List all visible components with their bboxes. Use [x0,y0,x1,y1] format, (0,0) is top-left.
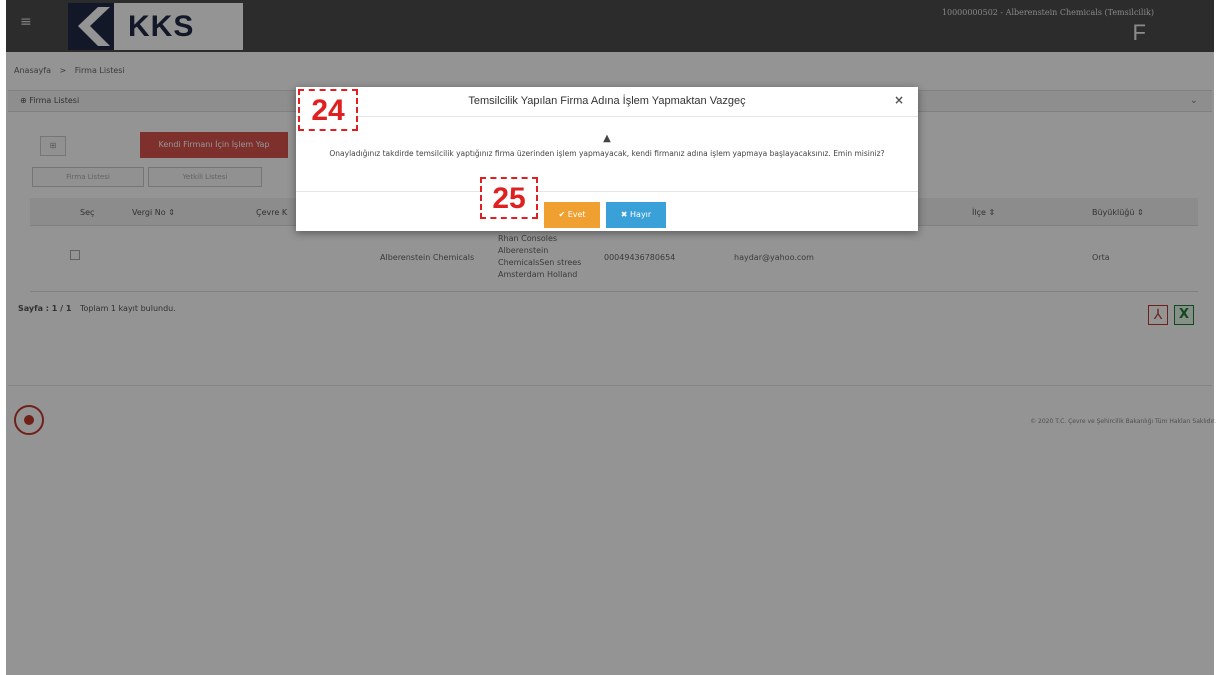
step-annotation-25: 25 [480,177,538,219]
step-annotation-24: 24 [298,89,358,131]
dialog-title: Temsilcilik Yapılan Firma Adına İşlem Ya… [468,95,746,107]
close-icon[interactable]: × [894,93,904,107]
dialog-message: Onayladığınız takdirde temsilcilik yaptı… [329,149,885,158]
confirm-dialog: Temsilcilik Yapılan Firma Adına İşlem Ya… [296,87,918,231]
no-button[interactable]: ✖ Hayır [606,202,666,228]
dialog-footer: ✔ Evet ✖ Hayır [296,191,918,231]
yes-button[interactable]: ✔ Evet [544,202,600,228]
dialog-header: Temsilcilik Yapılan Firma Adına İşlem Ya… [296,87,918,117]
warning-icon: ▲ [603,133,611,144]
